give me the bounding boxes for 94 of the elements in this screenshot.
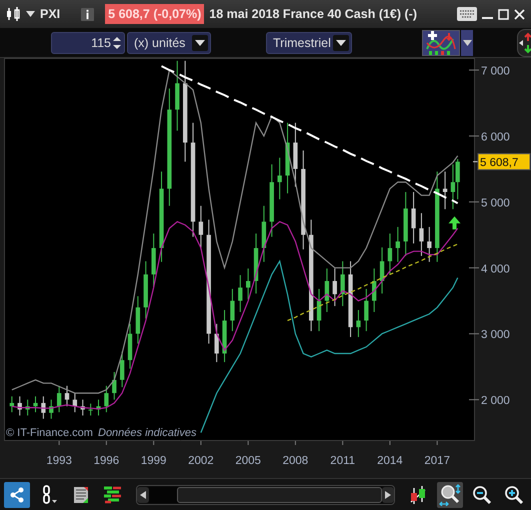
candle [25,399,30,416]
candle [316,288,322,332]
axis-label: 2017 [424,455,450,467]
candle [151,233,156,288]
scroll-right-button[interactable] [382,486,394,502]
candle [198,205,204,250]
candle [230,288,235,332]
close-icon[interactable] [514,8,525,20]
axis-label: 3 000 [481,329,510,342]
left-arrow-icon[interactable] [140,490,146,498]
axis-label: 2005 [235,455,261,467]
candle [442,171,448,210]
axis-label: 2014 [377,455,403,467]
candle [112,371,116,400]
scroll-left-button[interactable] [137,486,149,502]
disclaimer-text: Données indicatives [98,427,196,439]
axis-label: 5 000 [481,197,510,210]
candle [324,268,330,312]
indicators-menu-button[interactable] [461,30,473,56]
bars-icon[interactable] [103,486,123,504]
axis-label: 2 000 [481,395,510,408]
axis-label: 7 000 [481,66,510,78]
candle [364,288,368,332]
candle [18,396,22,416]
caret-icon[interactable] [462,40,472,46]
candle [72,392,78,413]
axis-label: 2008 [282,455,308,467]
candle [340,260,345,307]
candle [246,268,250,300]
candle [332,268,337,307]
candle [136,296,140,344]
caret-icon[interactable] [195,40,205,46]
chain-icon[interactable] [40,484,58,504]
right-arrow-icon[interactable] [385,490,391,498]
axis-label: 2002 [188,455,214,467]
quantity-field[interactable]: 115 [51,32,125,54]
candle [214,323,219,363]
axis-label: 2011 [330,455,356,467]
axis-label: 1999 [140,455,166,467]
axis-label: 1993 [46,455,72,467]
candlestick-icon[interactable] [5,6,21,22]
candle [96,399,101,416]
candle [388,233,392,275]
symbol-name[interactable]: PXI [40,7,60,21]
caret-icon[interactable] [26,11,35,17]
maximize-icon[interactable] [498,8,509,20]
keyboard-icon[interactable] [457,7,477,21]
candle [144,260,148,320]
candle [285,122,290,194]
candle [356,310,361,338]
axis-label: 6 000 [481,131,510,144]
side-panel-tab[interactable] [517,28,531,56]
copyright-text: © IT-Finance.com [6,427,93,439]
units-dropdown[interactable]: (x) unités [127,32,211,54]
arrows-icon[interactable] [518,32,530,54]
window-title: 18 mai 2018 France 40 Cash (1€) (-) [209,7,418,21]
candle [64,385,70,407]
candle [411,192,416,244]
last-price-label: 5 608,7 [478,153,530,170]
candle [254,233,258,294]
candle [104,385,109,413]
axis-label: 4 000 [481,263,510,276]
candle [404,192,408,256]
up-arrow-icon [448,216,461,230]
candle [372,268,376,312]
info-icon[interactable] [81,8,94,20]
candle [222,310,227,363]
candle [49,399,54,420]
axis-label: 1996 [94,455,120,467]
candle [419,212,424,256]
candle [380,246,384,294]
period-dropdown[interactable]: Trimestriel [266,32,352,54]
candle [33,396,38,413]
candle [396,226,400,262]
candlestick-icon[interactable] [409,484,427,504]
price-change-badge: 5 608,7 (-0,07%) [105,4,204,24]
candle [278,157,282,200]
share-icon[interactable] [9,486,25,502]
candle [128,323,132,370]
candle [56,385,62,413]
candle [120,351,124,388]
candle [88,403,93,416]
candle [10,396,14,413]
candle [175,60,180,132]
candle [293,122,298,188]
trend-line[interactable] [287,244,458,322]
candle [41,396,46,420]
caret-icon[interactable] [336,40,346,46]
document-icon[interactable] [73,486,89,504]
candle [427,226,432,262]
candle [262,205,266,262]
candle [238,274,242,312]
candle [80,399,85,416]
share-button[interactable] [4,482,30,508]
